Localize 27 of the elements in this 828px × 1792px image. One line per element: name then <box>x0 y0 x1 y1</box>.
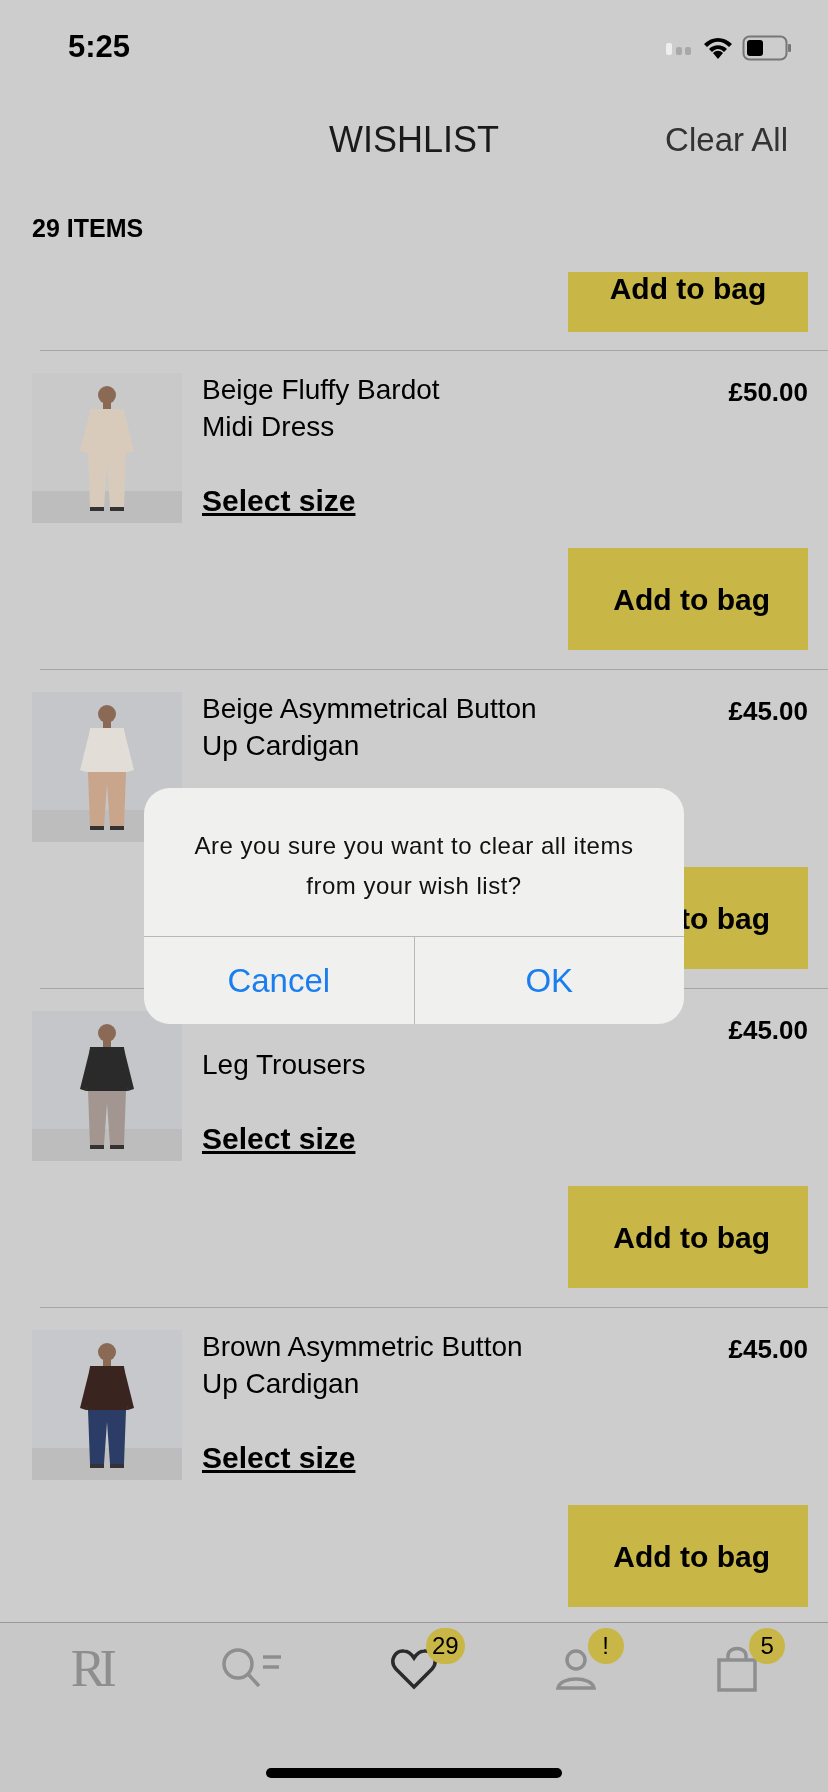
count-badge: ! <box>587 1628 624 1664</box>
product-price: £45.00 <box>728 1333 808 1366</box>
status-time: 5:25 <box>68 28 131 67</box>
product-title: Leg Trousers <box>202 1048 366 1082</box>
clear-all-button[interactable]: Clear All <box>665 115 788 165</box>
product-price: £45.00 <box>728 695 808 728</box>
signal-icon <box>664 40 694 55</box>
add-to-bag-button[interactable]: Add to bag <box>568 1186 808 1288</box>
product-title: Brown Asymmetric Button Up Cardigan <box>202 1330 523 1401</box>
count-badge: 5 <box>749 1628 786 1664</box>
wifi-icon <box>702 35 734 60</box>
count-badge: 29 <box>426 1628 465 1664</box>
person-icon <box>554 1648 597 1690</box>
product-price: £50.00 <box>728 376 808 409</box>
product-price: £45.00 <box>728 1014 808 1047</box>
select-size-link[interactable]: Select size <box>202 1116 356 1161</box>
add-to-bag-button[interactable]: Add to bag <box>568 548 808 650</box>
add-to-bag-button[interactable]: Add to bag <box>568 1505 808 1607</box>
select-size-link[interactable]: Select size <box>202 478 356 523</box>
battery-icon <box>742 34 792 61</box>
add-to-bag-button[interactable]: Add to bag <box>568 272 808 332</box>
product-title: Beige Asymmetrical Button Up Cardigan <box>202 692 537 763</box>
select-size-link[interactable]: Select size <box>202 1435 356 1480</box>
page-title: WISHLIST <box>329 118 499 162</box>
bag-icon <box>716 1646 759 1692</box>
item-count: 29 ITEMS <box>32 212 144 244</box>
product-title: Beige Fluffy Bardot Midi Dress <box>202 373 440 444</box>
